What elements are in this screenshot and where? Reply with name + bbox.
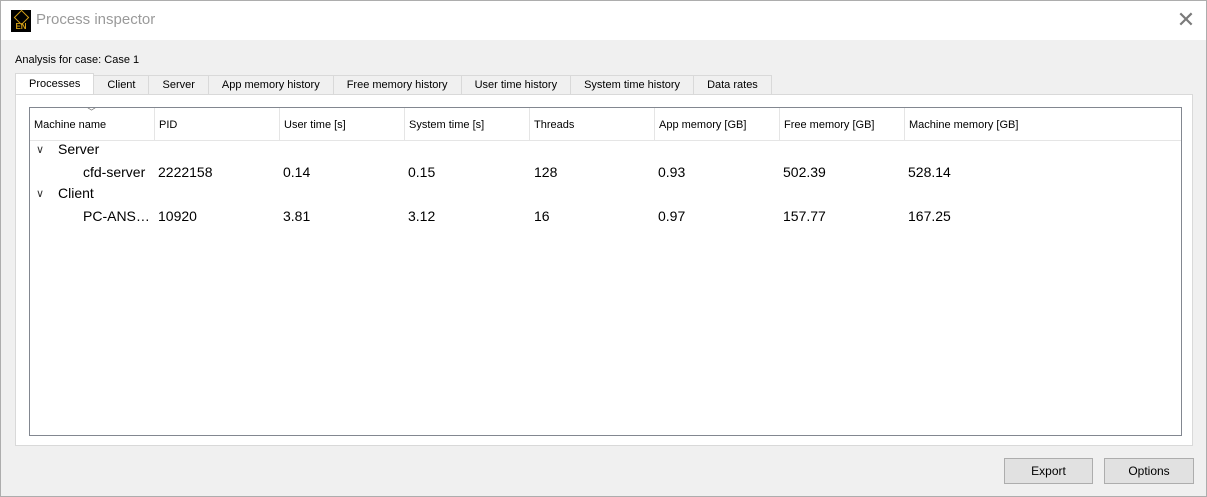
case-label: Analysis for case: Case 1 [15,54,140,66]
tab-free-memory-history[interactable]: Free memory history [332,75,462,94]
options-button[interactable]: Options [1104,458,1194,484]
column-header-free-memory[interactable]: Free memory [GB] [780,108,905,140]
tab-processes[interactable]: Processes [15,73,95,94]
column-header-label: Machine name [34,119,107,131]
cell-threads: 128 [534,164,558,180]
table-row[interactable]: cfd-server 2222158 0.14 0.15 128 0.93 50… [30,161,1181,183]
cell-threads: 16 [534,208,550,224]
column-header-label: Free memory [GB] [784,119,875,131]
logo-text: EN [15,22,27,31]
tab-data-rates[interactable]: Data rates [693,75,772,94]
column-header-app-memory[interactable]: App memory [GB] [655,108,780,140]
cell-app-memory: 0.93 [658,164,686,180]
cell-free-memory: 157.77 [783,208,826,224]
cell-user-time: 0.14 [283,164,311,180]
cell-pid: 10920 [158,208,197,224]
column-header-row: ﹀ Machine name PID User time [s] System … [30,108,1181,141]
tree-group-client[interactable]: ∨ Client [30,183,1181,205]
column-header-user-time[interactable]: User time [s] [280,108,405,140]
cell-system-time: 0.15 [408,164,436,180]
title-bar: EN Process inspector ✕ [1,1,1206,40]
collapse-chevron-icon[interactable]: ∨ [36,187,44,200]
collapse-chevron-icon[interactable]: ∨ [36,143,44,156]
cell-machine-name: cfd-server [83,164,146,180]
column-header-machine-name[interactable]: ﹀ Machine name [30,108,155,140]
column-header-label: Machine memory [GB] [909,119,1019,131]
close-icon[interactable]: ✕ [1171,6,1201,34]
column-header-system-time[interactable]: System time [s] [405,108,530,140]
cell-pid: 2222158 [158,164,213,180]
cell-machine-memory: 167.25 [908,208,951,224]
column-header-label: Threads [534,119,575,131]
window-title: Process inspector [36,11,156,28]
sort-descending-icon: ﹀ [87,107,97,117]
cell-system-time: 3.12 [408,208,436,224]
cell-app-memory: 0.97 [658,208,686,224]
cell-machine-memory: 528.14 [908,164,951,180]
column-header-label: PID [159,119,178,131]
group-label: Server [58,141,100,157]
app-logo-icon: EN [11,9,31,32]
processes-tab-panel: ﹀ Machine name PID User time [s] System … [15,94,1193,446]
cell-machine-name: PC-ANS… [83,208,150,224]
tab-user-time-history[interactable]: User time history [460,75,572,94]
tab-app-memory-history[interactable]: App memory history [207,75,334,94]
column-header-threads[interactable]: Threads [530,108,655,140]
group-label: Client [58,185,94,201]
export-button[interactable]: Export [1004,458,1093,484]
column-header-pid[interactable]: PID [155,108,280,140]
tab-server[interactable]: Server [148,75,209,94]
process-inspector-window: EN Process inspector ✕ Analysis for case… [0,0,1207,497]
tab-system-time-history[interactable]: System time history [570,75,695,94]
table-row[interactable]: PC-ANS… 10920 3.81 3.12 16 0.97 157.77 1… [30,205,1181,227]
process-tree-view[interactable]: ﹀ Machine name PID User time [s] System … [29,107,1182,436]
column-header-machine-memory[interactable]: Machine memory [GB] [905,108,1181,140]
tab-bar: Processes Client Server App memory histo… [15,73,772,94]
tab-client[interactable]: Client [93,75,150,94]
tree-group-server[interactable]: ∨ Server [30,139,1181,161]
cell-user-time: 3.81 [283,208,311,224]
cell-free-memory: 502.39 [783,164,826,180]
column-header-label: User time [s] [284,119,346,131]
column-header-label: System time [s] [409,119,485,131]
column-header-label: App memory [GB] [659,119,747,131]
